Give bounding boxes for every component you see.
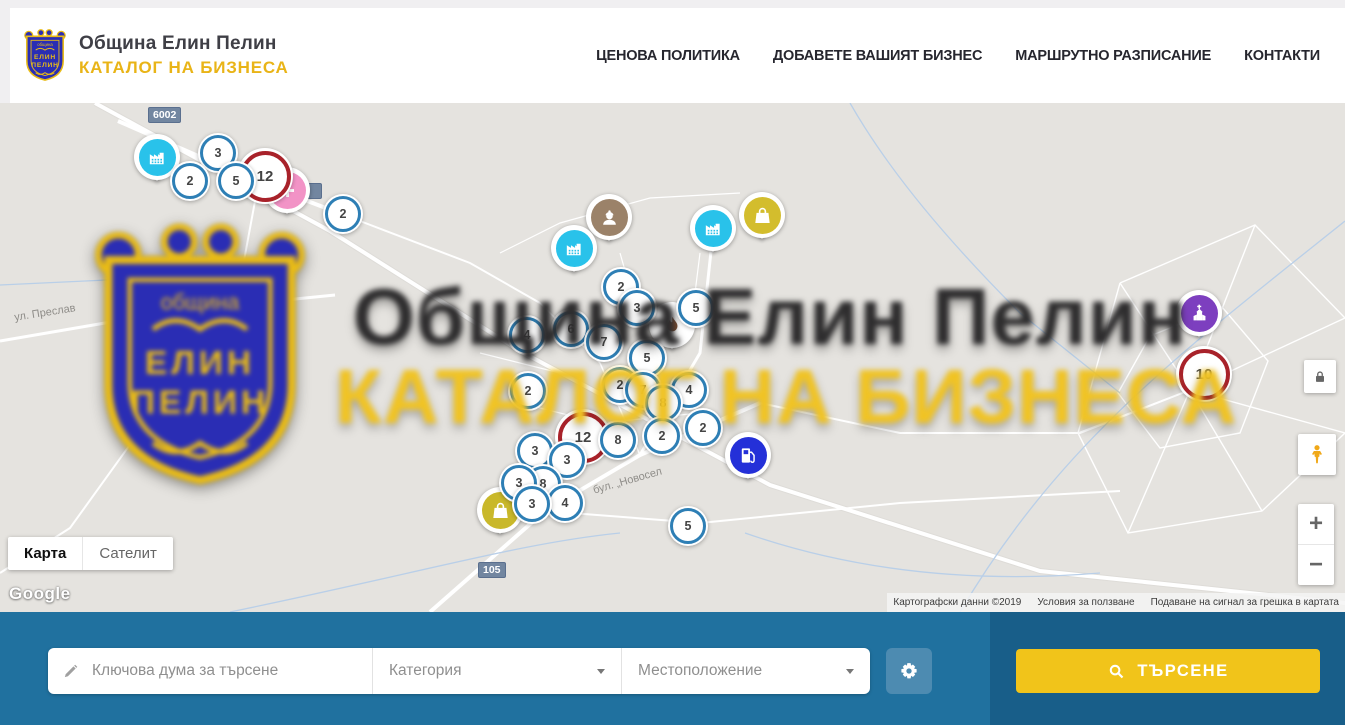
- marker-cluster[interactable]: 3: [512, 484, 552, 524]
- category-select[interactable]: Категория: [372, 648, 621, 694]
- marker-cluster[interactable]: 3: [617, 288, 657, 328]
- left-margin-strip: [0, 8, 10, 103]
- search-bar: Категория Местоположение ТЪРСЕНЕ: [0, 612, 1345, 725]
- lock-icon: [1312, 369, 1328, 385]
- zoom-out-button[interactable]: −: [1298, 544, 1334, 585]
- gear-icon: [898, 660, 920, 682]
- marker-cluster[interactable]: 2: [642, 416, 682, 456]
- marker-cluster[interactable]: 5: [668, 506, 708, 546]
- marker-cluster[interactable]: 4: [507, 315, 547, 355]
- zoom-in-button[interactable]: +: [1298, 504, 1334, 544]
- pegman-button[interactable]: [1298, 434, 1336, 475]
- top-margin-strip: [0, 0, 1345, 8]
- marker-cluster[interactable]: 7: [584, 322, 624, 362]
- map-type-satellite-button[interactable]: Сателит: [82, 537, 173, 570]
- map-canvas[interactable]: община ЕЛИН ПЕЛИН Община Елин Пелин КАТА…: [0, 103, 1345, 612]
- lock-button[interactable]: [1304, 360, 1336, 393]
- municipality-crest-logo: община ЕЛИН ПЕЛИН: [22, 27, 68, 84]
- pencil-icon: [62, 662, 80, 680]
- advanced-search-settings-button[interactable]: [886, 648, 932, 694]
- site-subtitle: КАТАЛОГ НА БИЗНЕСА: [79, 58, 289, 78]
- marker-cluster[interactable]: 2: [683, 408, 723, 448]
- marker-cluster[interactable]: 8: [598, 420, 638, 460]
- nav-item-add-business[interactable]: ДОБАВЕТЕ ВАШИЯТ БИЗНЕС: [773, 48, 982, 64]
- site-logo[interactable]: община ЕЛИН ПЕЛИН Община Елин Пелин КАТА…: [22, 27, 289, 84]
- map-data-copyright: Картографски данни ©2019: [893, 597, 1021, 608]
- map-pin-factory[interactable]: [551, 225, 597, 271]
- marker-cluster[interactable]: 5: [676, 288, 716, 328]
- site-header: община ЕЛИН ПЕЛИН Община Елин Пелин КАТА…: [10, 8, 1345, 103]
- main-nav: ЦЕНОВА ПОЛИТИКА ДОБАВЕТЕ ВАШИЯТ БИЗНЕС МАР…: [596, 48, 1320, 64]
- marker-cluster[interactable]: 2: [323, 194, 363, 234]
- category-select-label: Категория: [389, 662, 461, 680]
- search-button-label: ТЪРСЕНЕ: [1137, 662, 1228, 681]
- site-title: Община Елин Пелин: [79, 33, 289, 55]
- nav-item-bus-schedule[interactable]: МАРШРУТНО РАЗПИСАНИЕ: [1015, 48, 1211, 64]
- map-attribution: Картографски данни ©2019 Условия за ползв…: [887, 593, 1345, 612]
- map-pin-fuel[interactable]: [725, 432, 771, 478]
- road-badge: 105: [478, 562, 506, 578]
- pegman-icon: [1306, 441, 1328, 468]
- nav-item-contacts[interactable]: КОНТАКТИ: [1244, 48, 1320, 64]
- crest-name-line1: ЕЛИН: [34, 54, 56, 61]
- location-select[interactable]: Местоположение: [621, 648, 870, 694]
- map-type-map-button[interactable]: Карта: [8, 537, 82, 570]
- marker-cluster[interactable]: 10: [1176, 346, 1232, 402]
- nav-item-pricing[interactable]: ЦЕНОВА ПОЛИТИКА: [596, 48, 740, 64]
- google-logo[interactable]: Google: [9, 584, 71, 604]
- chevron-down-icon: [597, 669, 605, 674]
- road-badge: 6002: [148, 107, 181, 123]
- search-input-group: Категория Местоположение: [48, 648, 870, 694]
- map-pin-church[interactable]: [1176, 290, 1222, 336]
- marker-cluster[interactable]: 2: [508, 371, 548, 411]
- report-map-error-link[interactable]: Подаване на сигнал за грешка в картата: [1151, 597, 1339, 608]
- marker-cluster[interactable]: 5: [216, 161, 256, 201]
- location-select-label: Местоположение: [638, 662, 762, 680]
- map-pin-factory[interactable]: [690, 205, 736, 251]
- crest-name-line2: ПЕЛИН: [31, 62, 58, 69]
- map-pin-bag[interactable]: [739, 192, 785, 238]
- terms-of-use-link[interactable]: Условия за ползване: [1037, 597, 1134, 608]
- crest-top-word: община: [37, 42, 53, 47]
- keyword-search-input[interactable]: [90, 661, 349, 681]
- search-button[interactable]: ТЪРСЕНЕ: [1016, 649, 1320, 693]
- keyword-field-wrap: [48, 648, 372, 694]
- marker-cluster[interactable]: 2: [170, 161, 210, 201]
- magnifier-icon: [1107, 662, 1126, 681]
- map-type-control: Карта Сателит: [8, 537, 173, 570]
- zoom-control: + −: [1298, 504, 1334, 585]
- chevron-down-icon: [846, 669, 854, 674]
